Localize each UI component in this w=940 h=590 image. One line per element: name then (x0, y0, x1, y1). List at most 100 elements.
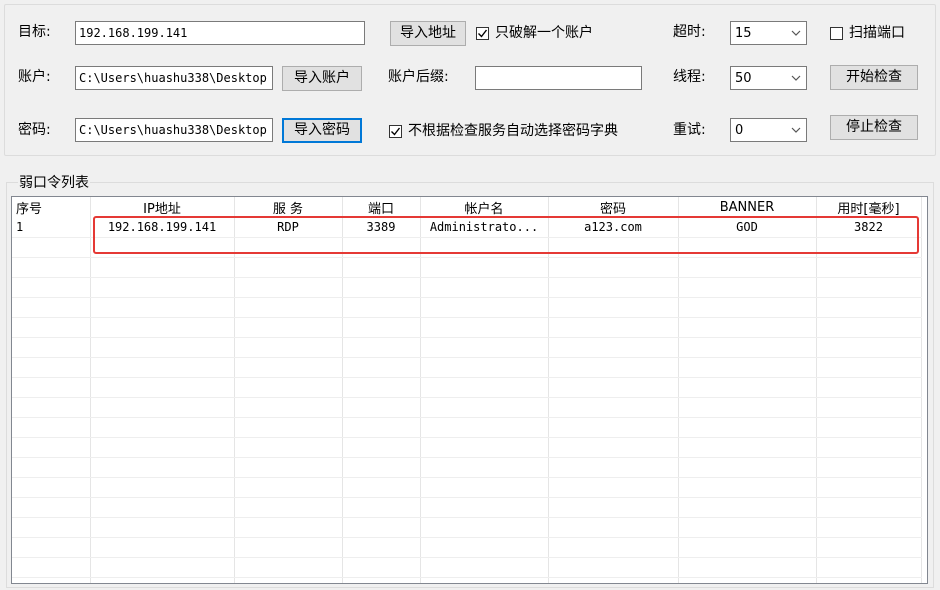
checkbox-checked-icon (389, 124, 402, 138)
column-header[interactable]: 用时[毫秒] (816, 197, 922, 217)
table-cell: 3389 (342, 217, 421, 238)
threads-select[interactable]: 50 (730, 66, 807, 90)
empty-cell (342, 517, 421, 538)
empty-cell (234, 277, 343, 298)
empty-cell (816, 397, 922, 418)
results-table: 序号 IP地址 服 务 端口 帐户名 密码 BANNER 用时[毫秒] 1 19… (12, 197, 922, 583)
empty-cell (342, 277, 421, 298)
empty-cell (420, 237, 549, 258)
column-header[interactable]: 密码 (548, 197, 679, 217)
empty-cell (234, 237, 343, 258)
empty-cell (548, 297, 679, 318)
weak-password-list-title: 弱口令列表 (18, 172, 90, 192)
empty-cell (90, 557, 235, 578)
empty-cell (342, 397, 421, 418)
import-password-button[interactable]: 导入密码 (282, 118, 362, 143)
empty-row (12, 377, 922, 398)
auto-dict-label: 不根据检查服务自动选择密码字典 (408, 123, 618, 139)
empty-cell (234, 257, 343, 278)
empty-cell (816, 517, 922, 538)
empty-cell (420, 317, 549, 338)
column-header[interactable]: BANNER (678, 197, 817, 217)
empty-row (12, 257, 922, 278)
empty-cell (548, 337, 679, 358)
account-suffix-input[interactable] (475, 66, 642, 90)
empty-cell (12, 297, 91, 318)
empty-cell (90, 297, 235, 318)
empty-cell (12, 577, 91, 583)
empty-cell (816, 457, 922, 478)
column-header[interactable]: 帐户名 (420, 197, 549, 217)
empty-cell (342, 237, 421, 258)
empty-row (12, 437, 922, 458)
empty-cell (548, 437, 679, 458)
empty-row (12, 357, 922, 378)
empty-cell (234, 517, 343, 538)
column-header[interactable]: 序号 (12, 197, 91, 217)
empty-cell (816, 377, 922, 398)
start-check-button[interactable]: 开始检查 (830, 65, 918, 90)
scan-ports-checkbox[interactable]: 扫描端口 (830, 23, 905, 43)
timeout-select[interactable]: 15 (730, 21, 807, 45)
empty-row (12, 237, 922, 258)
account-file-input[interactable]: C:\Users\huashu338\Desktop (75, 66, 273, 90)
only-crack-one-checkbox[interactable]: 只破解一个账户 (476, 23, 593, 43)
empty-cell (90, 397, 235, 418)
empty-cell (548, 557, 679, 578)
empty-row (12, 277, 922, 298)
import-address-button[interactable]: 导入地址 (390, 21, 466, 46)
stop-check-button[interactable]: 停止检查 (830, 115, 918, 140)
empty-cell (678, 577, 817, 583)
empty-row (12, 497, 922, 518)
empty-cell (234, 357, 343, 378)
empty-cell (90, 377, 235, 398)
password-file-input[interactable]: C:\Users\huashu338\Desktop (75, 118, 273, 142)
empty-cell (678, 397, 817, 418)
empty-cell (816, 277, 922, 298)
empty-cell (90, 317, 235, 338)
empty-cell (342, 297, 421, 318)
empty-cell (548, 517, 679, 538)
empty-cell (90, 577, 235, 583)
empty-row (12, 517, 922, 538)
empty-cell (342, 417, 421, 438)
empty-cell (816, 557, 922, 578)
empty-cell (816, 497, 922, 518)
empty-cell (678, 337, 817, 358)
empty-cell (90, 277, 235, 298)
empty-cell (816, 417, 922, 438)
empty-cell (420, 517, 549, 538)
auto-dict-checkbox[interactable]: 不根据检查服务自动选择密码字典 (389, 121, 618, 141)
empty-cell (816, 577, 922, 583)
empty-cell (420, 257, 549, 278)
empty-cell (234, 437, 343, 458)
empty-row (12, 577, 922, 583)
empty-cell (816, 537, 922, 558)
table-cell: RDP (234, 217, 343, 238)
empty-cell (234, 557, 343, 578)
retry-label: 重试: (673, 122, 706, 138)
empty-row (12, 397, 922, 418)
column-header[interactable]: IP地址 (90, 197, 235, 217)
empty-cell (12, 437, 91, 458)
empty-cell (12, 237, 91, 258)
empty-cell (12, 517, 91, 538)
empty-cell (12, 457, 91, 478)
column-header[interactable]: 服 务 (234, 197, 343, 217)
empty-cell (234, 477, 343, 498)
column-header[interactable]: 端口 (342, 197, 421, 217)
empty-cell (12, 317, 91, 338)
import-account-button[interactable]: 导入账户 (282, 66, 362, 91)
table-row[interactable]: 1 192.168.199.141 RDP 3389 Administrato.… (12, 217, 922, 238)
empty-cell (816, 297, 922, 318)
weak-password-list[interactable]: 序号 IP地址 服 务 端口 帐户名 密码 BANNER 用时[毫秒] 1 19… (11, 196, 928, 584)
empty-cell (420, 497, 549, 518)
only-crack-one-label: 只破解一个账户 (495, 25, 593, 41)
empty-cell (234, 337, 343, 358)
empty-cell (420, 337, 549, 358)
empty-cell (420, 377, 549, 398)
retry-select[interactable]: 0 (730, 118, 807, 142)
timeout-label: 超时: (673, 24, 706, 40)
empty-cell (234, 497, 343, 518)
target-input[interactable]: 192.168.199.141 (75, 21, 365, 45)
